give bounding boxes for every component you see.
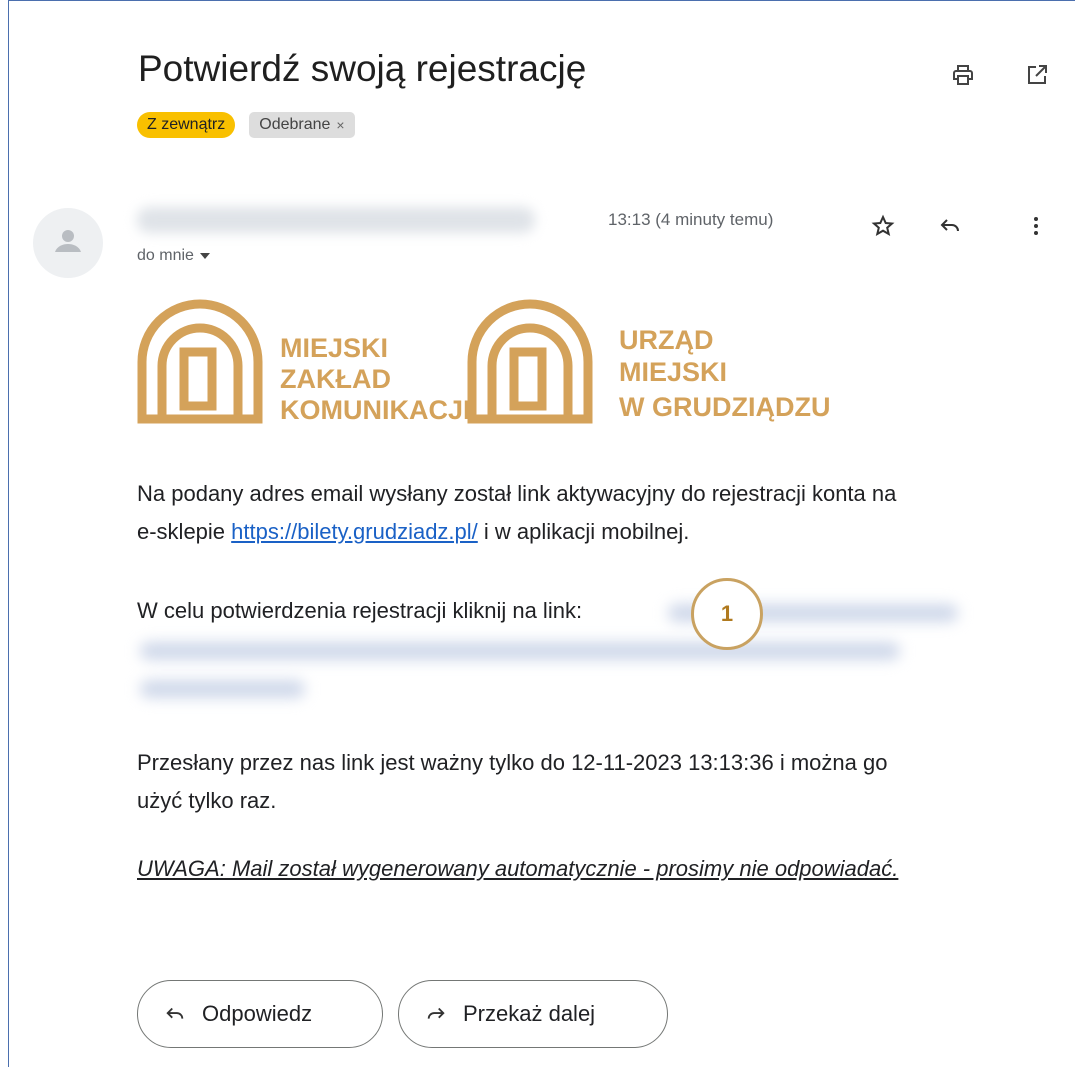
paragraph-activation-prefix: e-sklepie bbox=[137, 519, 226, 544]
activation-link-blurred-3[interactable] bbox=[140, 680, 305, 698]
paragraph-activation: Na podany adres email wysłany został lin… bbox=[137, 475, 1037, 551]
forward-button-label: Przekaż dalej bbox=[463, 1001, 596, 1026]
recipient-label: do mnie bbox=[137, 247, 194, 264]
avatar[interactable] bbox=[33, 208, 103, 278]
paragraph-validity-line2: użyć tylko raz. bbox=[137, 788, 277, 813]
more-vert-icon[interactable] bbox=[1018, 208, 1054, 244]
auto-generated-warning: UWAGA: Mail został wygenerowany automaty… bbox=[137, 856, 899, 881]
paragraph-activation-line1: Na podany adres email wysłany został lin… bbox=[137, 481, 897, 506]
reply-button[interactable]: Odpowiedz bbox=[137, 980, 383, 1048]
remove-label-icon[interactable]: × bbox=[336, 117, 344, 133]
annotation-marker-1: 1 bbox=[691, 578, 763, 650]
email-time: 13:13 (4 minuty temu) bbox=[608, 210, 774, 229]
logo-right-line3: W GRUDZIĄDZU bbox=[619, 392, 830, 422]
logo-left-line1: MIEJSKI bbox=[280, 333, 388, 363]
reply-button-label: Odpowiedz bbox=[202, 1001, 313, 1026]
email-subject: Potwierdź swoją rejestrację bbox=[138, 48, 587, 89]
logo-right-line2: MIEJSKI bbox=[619, 357, 727, 387]
paragraph-validity-line1: Przesłany przez nas link jest ważny tylk… bbox=[137, 750, 888, 775]
shop-link[interactable]: https://bilety.grudziadz.pl/ bbox=[231, 519, 478, 544]
logo-right-line1: URZĄD bbox=[619, 325, 714, 355]
forward-icon bbox=[427, 1007, 445, 1019]
paragraph-validity: Przesłany przez nas link jest ważny tylk… bbox=[137, 744, 1037, 820]
open-in-new-window-icon[interactable] bbox=[1022, 60, 1052, 90]
print-icon[interactable] bbox=[948, 60, 978, 90]
forward-button[interactable]: Przekaż dalej bbox=[398, 980, 668, 1048]
label-inbox-text: Odebrane bbox=[259, 116, 331, 133]
reply-icon[interactable] bbox=[932, 208, 968, 244]
paragraph-activation-suffix: i w aplikacji mobilnej. bbox=[483, 519, 690, 544]
paragraph-activation-line2: e-sklepie https://bilety.grudziadz.pl/ i… bbox=[137, 513, 1037, 551]
dropdown-caret-icon bbox=[199, 253, 210, 259]
activation-link-blurred-2[interactable] bbox=[140, 642, 900, 660]
logo-left-line3: KOMUNIKACJI bbox=[280, 395, 471, 425]
logo: MIEJSKI ZAKŁAD KOMUNIKACJI URZĄD MIEJSKI… bbox=[137, 299, 830, 425]
label-external[interactable]: Z zewnątrz bbox=[137, 112, 236, 138]
avatar-person-icon bbox=[55, 230, 81, 252]
label-row: Z zewnątrz Odebrane × bbox=[137, 112, 355, 138]
sender-address-blurred bbox=[137, 207, 535, 233]
reply-icon bbox=[166, 1007, 184, 1019]
label-inbox[interactable]: Odebrane × bbox=[249, 112, 355, 138]
recipient-details[interactable]: do mnie bbox=[137, 247, 210, 265]
logo-left-line2: ZAKŁAD bbox=[280, 364, 391, 394]
paragraph-confirm: W celu potwierdzenia rejestracji kliknij… bbox=[137, 598, 583, 623]
star-icon[interactable] bbox=[865, 208, 901, 244]
